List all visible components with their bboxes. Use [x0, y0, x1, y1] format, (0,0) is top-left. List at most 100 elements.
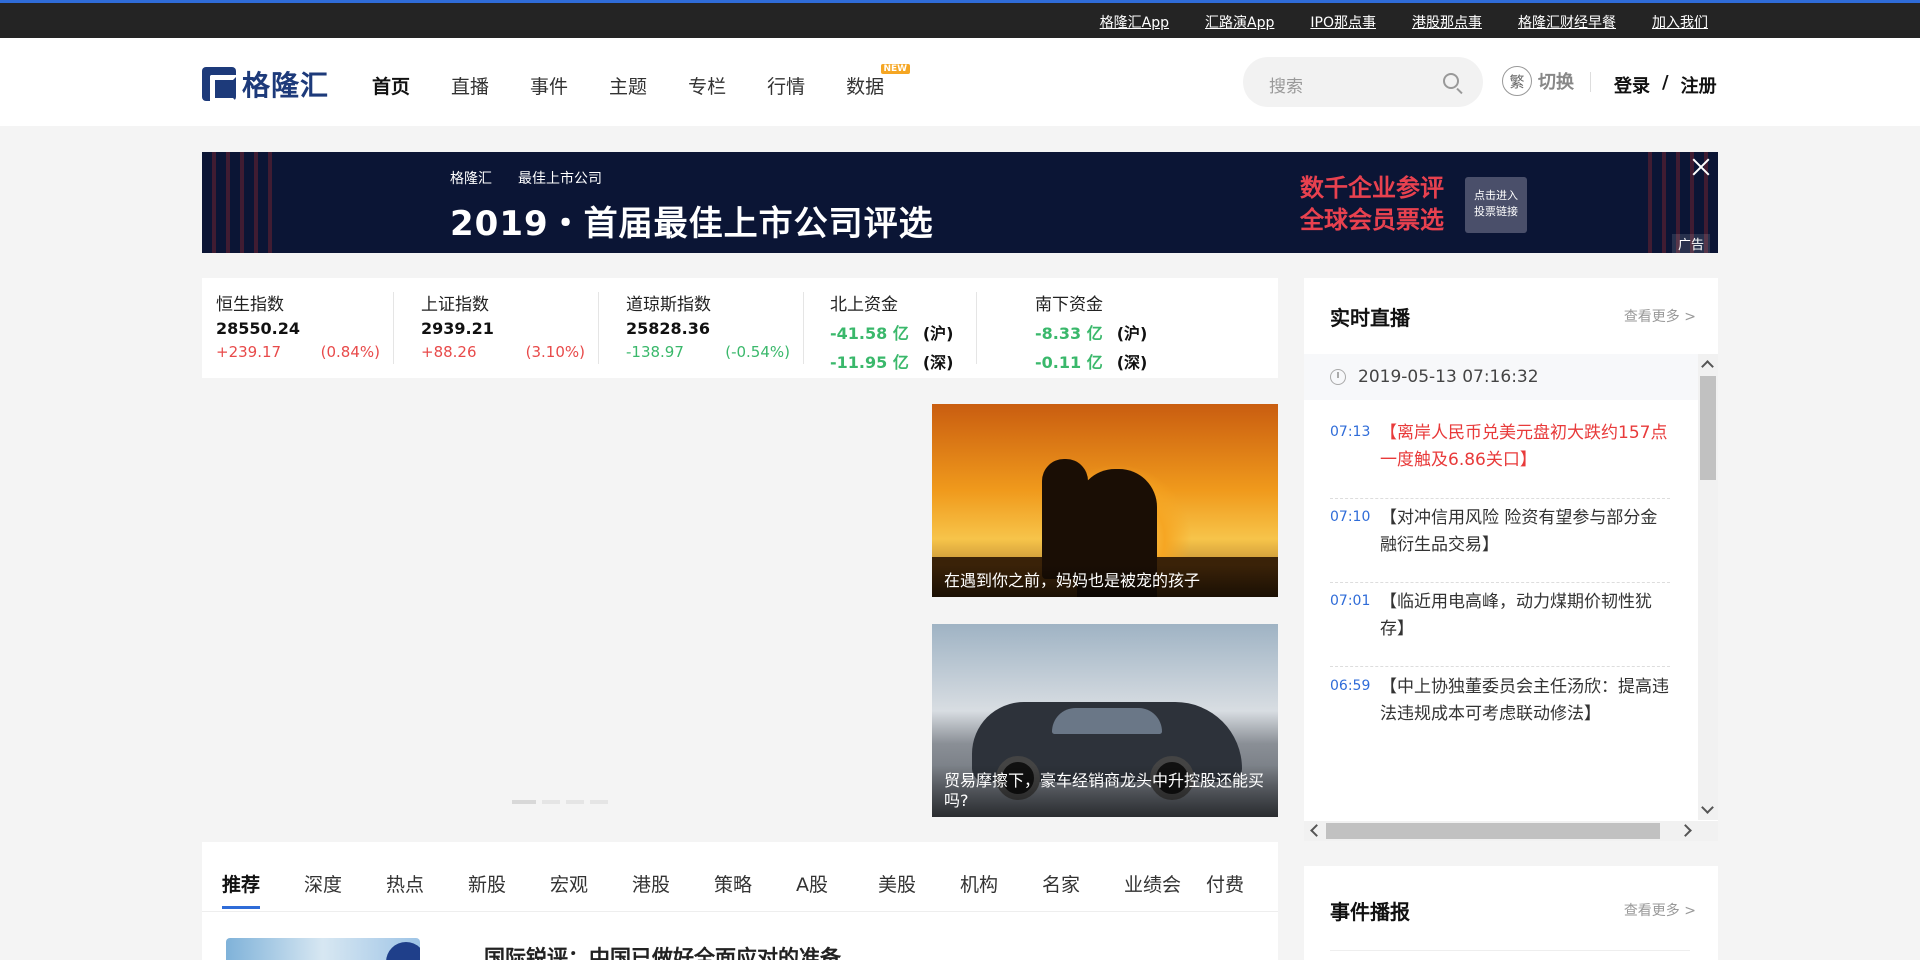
clock-icon	[1330, 369, 1346, 385]
feed-tabs: 推荐 深度 热点 新股 宏观 港股 策略 A股 美股 机构 名家 业绩会 付费	[222, 870, 1288, 897]
search-input[interactable]: 搜索	[1269, 72, 1303, 97]
tab-experts[interactable]: 名家	[1042, 870, 1124, 897]
link-app[interactable]: 格隆汇App	[1100, 12, 1169, 32]
tab-recommended[interactable]: 推荐	[222, 870, 304, 897]
promo-line-2: 全球会员票选	[1300, 206, 1444, 234]
tab-a-shares[interactable]: A股	[796, 870, 878, 897]
logo-text: 格隆汇	[242, 69, 330, 102]
flow-amount: -41.58 亿	[830, 324, 909, 343]
link-hk-stocks[interactable]: 港股那点事	[1412, 12, 1482, 32]
northbound-flow[interactable]: 北上资金 -41.58 亿 (沪) -11.95 亿 (深)	[830, 290, 978, 372]
carousel[interactable]	[202, 404, 930, 818]
login-link[interactable]: 登录	[1614, 72, 1650, 98]
switch-label: 切换	[1538, 72, 1574, 93]
traditional-switch[interactable]: 繁 切换	[1502, 66, 1574, 96]
article-thumbnail[interactable]	[226, 938, 420, 960]
scroll-right-icon[interactable]	[1679, 824, 1692, 837]
banner-brand-left: 格隆汇	[450, 171, 492, 187]
flow-name: 南下资金	[1035, 295, 1103, 315]
index-change: +239.17	[216, 343, 282, 361]
tab-institutions[interactable]: 机构	[960, 870, 1042, 897]
live-item-time: 07:01	[1330, 593, 1371, 609]
tab-hot[interactable]: 热点	[386, 870, 468, 897]
tab-depth[interactable]: 深度	[304, 870, 386, 897]
index-dow[interactable]: 道琼斯指数 25828.36 -138.97 (-0.54%)	[626, 290, 804, 368]
scrollbar-thumb[interactable]	[1700, 376, 1716, 480]
nav-data[interactable]: 数据 NEW	[846, 64, 911, 99]
nav-topics[interactable]: 主题	[609, 72, 647, 99]
horizontal-scrollbar[interactable]	[1304, 821, 1718, 841]
link-morning-brief[interactable]: 格隆汇财经早餐	[1518, 12, 1616, 32]
live-more-link[interactable]: 查看更多 >	[1624, 306, 1696, 326]
index-shanghai[interactable]: 上证指数 2939.21 +88.26 (3.10%)	[421, 290, 599, 368]
new-badge: NEW	[880, 64, 911, 74]
tab-hk-stocks[interactable]: 港股	[632, 870, 714, 897]
carousel-dot[interactable]	[512, 800, 536, 804]
ad-label: 广告	[1671, 234, 1710, 253]
vertical-scrollbar[interactable]	[1698, 354, 1718, 820]
carousel-dots	[512, 800, 608, 804]
nav-columns[interactable]: 专栏	[688, 72, 726, 99]
index-change: -138.97	[626, 343, 684, 361]
search-box[interactable]: 搜索	[1243, 57, 1483, 107]
header-divider	[1590, 72, 1591, 92]
tab-paid[interactable]: 付费	[1206, 870, 1288, 897]
live-feed-title: 实时直播	[1330, 306, 1410, 330]
top-links: 格隆汇App 汇路演App IPO那点事 港股那点事 格隆汇财经早餐 加入我们	[1100, 12, 1708, 32]
flow-market: (深)	[1116, 353, 1148, 372]
nav-home[interactable]: 首页	[372, 72, 410, 99]
register-link[interactable]: 注册	[1681, 72, 1717, 98]
nav-live[interactable]: 直播	[451, 72, 489, 99]
carousel-dot[interactable]	[590, 800, 608, 804]
main-nav: 首页 直播 事件 主题 专栏 行情 数据 NEW	[372, 64, 911, 99]
event-panel-divider	[1330, 950, 1690, 951]
southbound-flow[interactable]: 南下资金 -8.33 亿 (沪) -0.11 亿 (深)	[1035, 290, 1148, 372]
top-bar: 格隆汇App 汇路演App IPO那点事 港股那点事 格隆汇财经早餐 加入我们	[0, 0, 1920, 38]
banner-decoration-left	[202, 152, 282, 253]
scroll-down-icon[interactable]	[1701, 801, 1714, 814]
live-item-divider	[1330, 666, 1670, 667]
scrollbar-thumb[interactable]	[1326, 823, 1660, 839]
live-date: 2019-05-13 07:16:32	[1358, 367, 1539, 387]
featured-story-1[interactable]: 在遇到你之前，妈妈也是被宠的孩子	[932, 404, 1278, 597]
index-value: 2939.21	[421, 319, 494, 338]
vote-button[interactable]: 点击进入 投票链接	[1465, 177, 1527, 233]
live-item-text: 【临近用电高峰，动力煤期价韧性犹存】	[1380, 592, 1652, 639]
tab-macro[interactable]: 宏观	[550, 870, 632, 897]
link-join-us[interactable]: 加入我们	[1652, 12, 1708, 32]
tab-ipo[interactable]: 新股	[468, 870, 550, 897]
cta-line-1: 点击进入	[1474, 189, 1518, 202]
active-tab-indicator	[222, 906, 260, 909]
carousel-dot[interactable]	[566, 800, 584, 804]
close-icon[interactable]	[1690, 156, 1712, 178]
index-hsi[interactable]: 恒生指数 28550.24 +239.17 (0.84%)	[216, 290, 394, 368]
tab-earnings-calls[interactable]: 业绩会	[1124, 870, 1206, 897]
flow-name: 北上资金	[830, 295, 898, 315]
nav-events[interactable]: 事件	[530, 72, 568, 99]
index-name: 上证指数	[421, 295, 489, 315]
live-feed-panel: 实时直播 查看更多 > 2019-05-13 07:16:32 07:13 【离…	[1304, 278, 1718, 841]
index-pct: (-0.54%)	[725, 343, 790, 361]
flow-market: (沪)	[1116, 324, 1148, 343]
nav-quotes[interactable]: 行情	[767, 72, 805, 99]
tab-us-stocks[interactable]: 美股	[878, 870, 960, 897]
child-silhouette	[1042, 459, 1088, 579]
flow-amount: -8.33 亿	[1035, 324, 1103, 343]
ad-banner[interactable]: 格隆汇 最佳上市公司 2019・首届最佳上市公司评选 数千企业参评 全球会员票选…	[202, 152, 1718, 253]
featured-story-2[interactable]: 贸易摩擦下，豪车经销商龙头中升控股还能买吗?	[932, 624, 1278, 817]
scroll-up-icon[interactable]	[1701, 360, 1714, 373]
tab-strategy[interactable]: 策略	[714, 870, 796, 897]
event-panel-title: 事件播报	[1330, 900, 1410, 924]
event-more-link[interactable]: 查看更多 >	[1624, 900, 1696, 920]
link-roadshow-app[interactable]: 汇路演App	[1205, 12, 1274, 32]
index-value: 25828.36	[626, 319, 711, 338]
article-title[interactable]: 国际锐评：中国已做好全面应对的准备	[484, 942, 841, 960]
tabs-divider	[202, 911, 1278, 912]
live-item-time: 07:10	[1330, 509, 1371, 525]
logo[interactable]: 格隆汇	[202, 64, 329, 104]
carousel-dot[interactable]	[542, 800, 560, 804]
scroll-left-icon[interactable]	[1310, 824, 1323, 837]
link-ipo[interactable]: IPO那点事	[1310, 12, 1376, 32]
search-icon[interactable]	[1443, 73, 1459, 89]
index-value: 28550.24	[216, 319, 301, 338]
